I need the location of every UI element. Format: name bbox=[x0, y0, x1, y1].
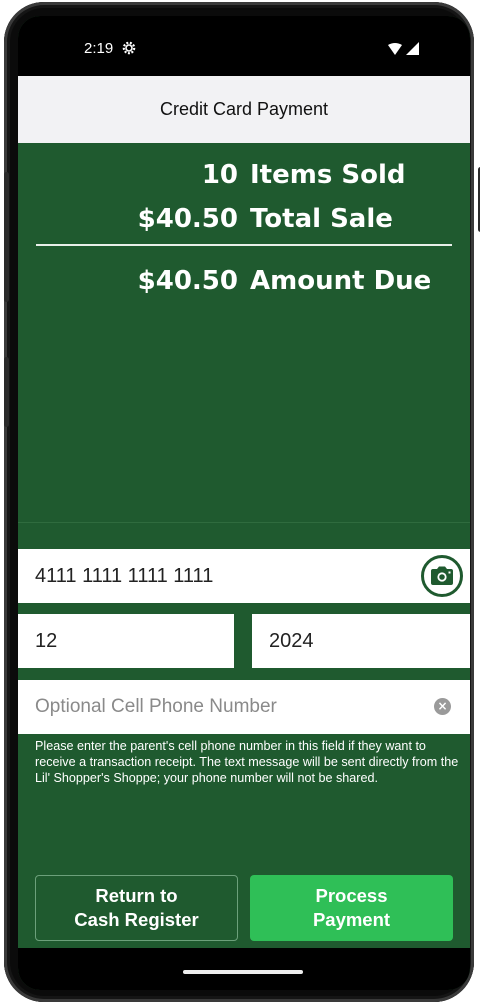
camera-icon bbox=[431, 566, 453, 585]
phone-help-text: Please enter the parent's cell phone num… bbox=[35, 739, 459, 785]
amount-due-label: Amount Due bbox=[250, 266, 432, 296]
section-divider bbox=[18, 522, 470, 523]
process-button-line2: Payment bbox=[312, 909, 391, 930]
status-time: 2:19 bbox=[84, 40, 114, 57]
clear-phone-button[interactable]: × bbox=[434, 698, 451, 715]
screen: 2:19 Credit Card Payment 10 Items Sold $… bbox=[18, 16, 470, 990]
side-button-left-upper bbox=[4, 172, 9, 302]
cell-phone-input[interactable]: Optional Cell Phone Number bbox=[18, 680, 470, 734]
process-button-line1: Process bbox=[315, 885, 388, 906]
summary-divider bbox=[36, 244, 452, 246]
wifi-icon bbox=[388, 43, 402, 55]
navigation-bar bbox=[18, 948, 470, 990]
title-bar: Credit Card Payment bbox=[18, 76, 470, 143]
camera-scan-button[interactable] bbox=[421, 555, 463, 597]
items-sold-value: 10 bbox=[201, 160, 238, 190]
signal-icon bbox=[406, 42, 419, 55]
process-payment-button[interactable]: Process Payment bbox=[250, 875, 453, 941]
phone-frame: 2:19 Credit Card Payment 10 Items Sold $… bbox=[4, 2, 480, 1002]
amount-due-value: $40.50 bbox=[137, 266, 238, 296]
page-title: Credit Card Payment bbox=[159, 99, 329, 119]
side-button-left-lower bbox=[4, 357, 9, 427]
expiry-year-input[interactable]: 2024 bbox=[252, 614, 470, 668]
card-number-input[interactable]: 4111 1111 1111 1111 bbox=[18, 549, 470, 603]
return-to-cash-register-button[interactable]: Return to Cash Register bbox=[35, 875, 238, 941]
return-button-line1: Return to bbox=[95, 885, 178, 906]
home-indicator[interactable] bbox=[183, 970, 303, 974]
items-sold-label: Items Sold bbox=[250, 160, 406, 190]
gear-icon bbox=[122, 41, 136, 55]
close-icon: × bbox=[437, 699, 448, 713]
total-sale-label: Total Sale bbox=[250, 204, 393, 234]
total-sale-value: $40.50 bbox=[137, 204, 238, 234]
expiry-month-input[interactable]: 12 bbox=[18, 614, 234, 668]
return-button-line2: Cash Register bbox=[74, 909, 199, 930]
status-bar: 2:19 bbox=[18, 16, 470, 76]
